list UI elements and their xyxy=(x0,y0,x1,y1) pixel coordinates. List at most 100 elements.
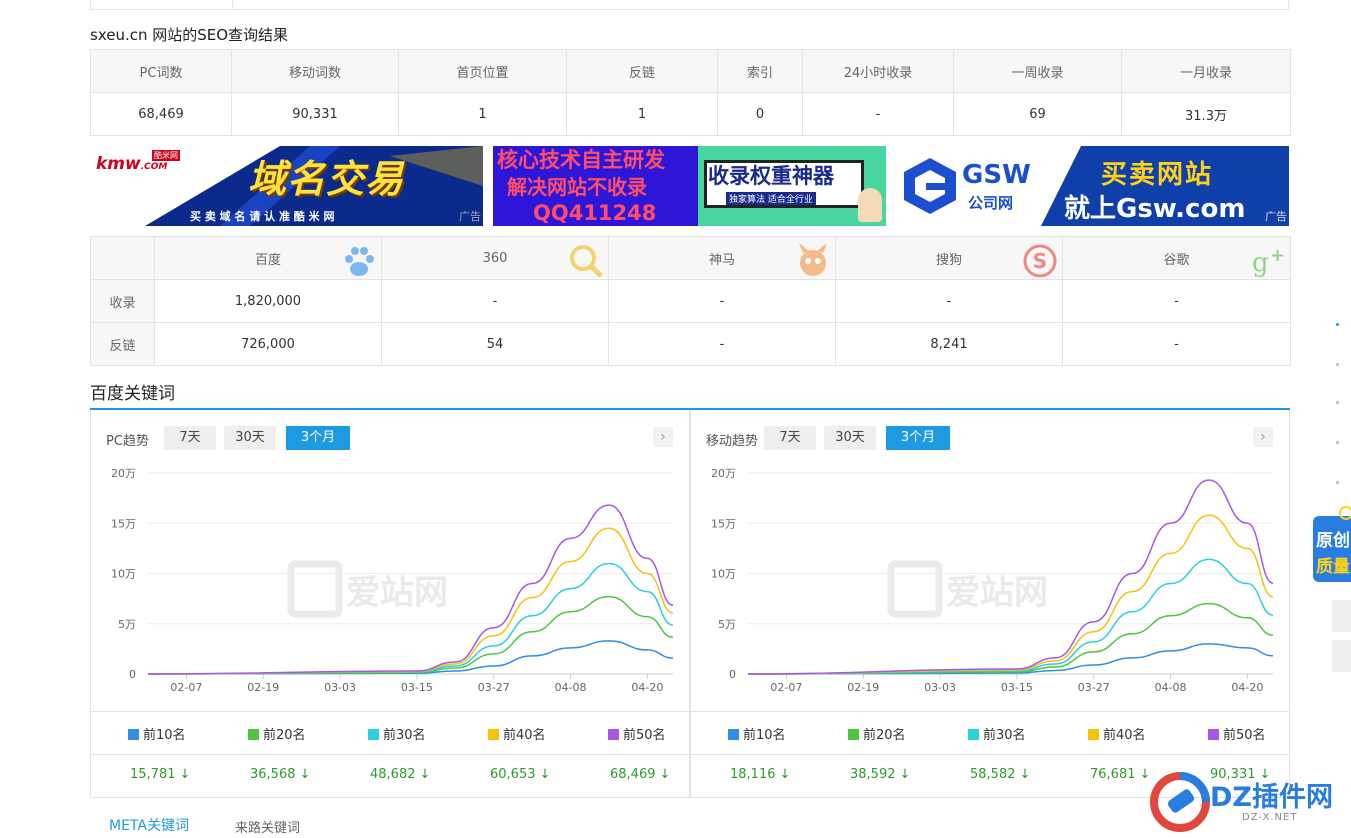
rank-total: 38,592 ↓ xyxy=(850,767,911,782)
next-arrow-icon[interactable]: › xyxy=(1253,427,1273,447)
y-tick-label: 0 xyxy=(729,668,736,681)
y-tick-label: 20万 xyxy=(111,467,136,480)
gsw-brand-cn: 公司网 xyxy=(968,194,1014,212)
rank-total: 15,781 ↓ xyxy=(130,767,191,782)
engine-header-cell: 搜狗 S xyxy=(835,236,1063,280)
legend-item[interactable]: 前10名 xyxy=(128,724,186,743)
svg-text:g: g xyxy=(1252,248,1269,278)
x-tick-label: 04-20 xyxy=(631,681,663,694)
x-tick-label: 02-19 xyxy=(247,681,279,694)
engine-value-cell: 54 xyxy=(381,322,609,366)
series-line xyxy=(147,640,674,675)
engine-header-cell: 谷歌 g + xyxy=(1062,236,1291,280)
engine-value-cell: 1,820,000 xyxy=(154,279,382,323)
y-tick-label: 10万 xyxy=(111,568,136,581)
seo-value-cell: 90,331 xyxy=(231,92,399,136)
x-tick-label: 03-15 xyxy=(1001,681,1033,694)
legend-item[interactable]: 前40名 xyxy=(1088,724,1146,743)
rank-total: 18,116 ↓ xyxy=(730,767,791,782)
ad-banner-shoulu[interactable]: 核心技术自主研发 解决网站不收录 QQ411248 收录权重神器 独家算法 适合… xyxy=(493,146,886,226)
seo-value-cell: 1 xyxy=(566,92,718,136)
legend-item[interactable]: 前30名 xyxy=(968,724,1026,743)
shoulu-line1: 核心技术自主研发 xyxy=(497,148,665,172)
tab-7-days[interactable]: 7天 xyxy=(164,426,216,450)
legend-swatch xyxy=(1088,729,1099,740)
cartoon-girl-icon xyxy=(858,188,882,222)
x-tick-label: 03-15 xyxy=(401,681,433,694)
ad-banner-gsw[interactable]: GSW 公司网 买卖网站 就上Gsw.com 广告 xyxy=(896,146,1289,226)
legend-swatch xyxy=(608,729,619,740)
x-tick-label: 02-07 xyxy=(770,681,802,694)
legend-item[interactable]: 前10名 xyxy=(728,724,786,743)
x-tick-label: 03-27 xyxy=(1078,681,1110,694)
gsw-logo-icon xyxy=(904,158,956,214)
legend-item[interactable]: 前20名 xyxy=(848,724,906,743)
legend-swatch xyxy=(488,729,499,740)
original-quality-badge[interactable]: 原创 质量 xyxy=(1313,506,1351,588)
kmw-headline: 域名交易 xyxy=(248,157,405,201)
x-tick-label: 04-08 xyxy=(555,681,587,694)
pc-trend-panel: PC趋势 7天 30天 3个月 › 0 5万 10万 15万 20万 爱站网 02-07 02-19 03… xyxy=(90,410,690,798)
seo-value-cell: 31.3万 xyxy=(1121,92,1291,136)
seo-header-cell: 一月收录 xyxy=(1121,49,1291,93)
ad-banner-kmw[interactable]: kmw.COM 酷米网 域名交易 买 卖 域 名 请 认 准 酷 米 网 广告 xyxy=(90,146,483,226)
seo-value-cell: - xyxy=(802,92,954,136)
tab-3-months[interactable]: 3个月 xyxy=(886,426,950,450)
down-arrow-icon: ↓ xyxy=(1139,767,1151,782)
right-floating-nav[interactable] xyxy=(1318,300,1351,500)
back-to-top-icon[interactable] xyxy=(1332,640,1351,672)
engine-header-empty xyxy=(90,236,155,280)
engine-value-cell: - xyxy=(381,279,609,323)
seo-header-cell: PC词数 xyxy=(90,49,232,93)
engine-name: 谷歌 xyxy=(1163,252,1190,268)
y-tick-label: 0 xyxy=(129,668,136,681)
keyword-trend-chart: 0 5万 10万 15万 20万爱站网 02-07 02-19 03-03 03-15 03-27… xyxy=(111,467,674,694)
engine-value-cell: 8,241 xyxy=(835,322,1063,366)
rank-total: 58,582 ↓ xyxy=(970,767,1031,782)
edit-icon[interactable] xyxy=(1332,600,1351,632)
engine-value-cell: - xyxy=(608,322,836,366)
down-arrow-icon: ↓ xyxy=(539,767,551,782)
engine-name: 搜狗 xyxy=(935,252,962,268)
legend-swatch xyxy=(368,729,379,740)
legend-swatch xyxy=(848,729,859,740)
aizhan-watermark-icon xyxy=(287,560,343,618)
legend-item[interactable]: 前50名 xyxy=(1208,724,1266,743)
aizhan-watermark-icon xyxy=(887,560,943,618)
y-tick-label: 15万 xyxy=(111,517,136,530)
svg-text:+: + xyxy=(1270,245,1285,266)
legend-item[interactable]: 前20名 xyxy=(248,724,306,743)
tab-meta-keywords[interactable]: META关键词 xyxy=(109,815,189,835)
tab-referral-keywords[interactable]: 来路关键词 xyxy=(235,817,300,836)
tab-30-days[interactable]: 30天 xyxy=(824,426,876,450)
y-tick-label: 5万 xyxy=(118,618,136,631)
next-arrow-icon[interactable]: › xyxy=(653,427,673,447)
down-arrow-icon: ↓ xyxy=(899,767,911,782)
seo-header-cell: 24小时收录 xyxy=(802,49,954,93)
gsw-line2: 就上Gsw.com xyxy=(1064,194,1246,224)
engine-row-label: 收录 xyxy=(90,279,155,323)
seo-header-cell: 首页位置 xyxy=(398,49,567,93)
tab-7-days[interactable]: 7天 xyxy=(764,426,816,450)
keywords-section-title: 百度关键词 xyxy=(90,384,175,404)
dz-logo-icon xyxy=(1150,772,1210,832)
y-tick-label: 15万 xyxy=(711,517,736,530)
legend-item[interactable]: 前40名 xyxy=(488,724,546,743)
aizhan-watermark: 爱站网 xyxy=(346,573,448,613)
y-tick-label: 10万 xyxy=(711,568,736,581)
tab-30-days[interactable]: 30天 xyxy=(224,426,276,450)
legend-swatch xyxy=(128,729,139,740)
engine-header-cell: 神马 xyxy=(608,236,836,280)
legend-item[interactable]: 前30名 xyxy=(368,724,426,743)
engine-value-cell: - xyxy=(1062,322,1291,366)
x-tick-label: 03-03 xyxy=(324,681,356,694)
legend-item[interactable]: 前50名 xyxy=(608,724,666,743)
panel-title: 移动趋势 xyxy=(706,434,759,449)
shoulu-line3: QQ411248 xyxy=(533,201,657,225)
kmw-slogan: 买 卖 域 名 请 认 准 酷 米 网 xyxy=(190,210,335,223)
seo-header-cell: 反链 xyxy=(566,49,718,93)
tab-3-months[interactable]: 3个月 xyxy=(286,426,350,450)
engine-name: 百度 xyxy=(254,252,281,268)
gsw-line1: 买卖网站 xyxy=(1101,160,1214,190)
x-tick-label: 02-07 xyxy=(170,681,202,694)
